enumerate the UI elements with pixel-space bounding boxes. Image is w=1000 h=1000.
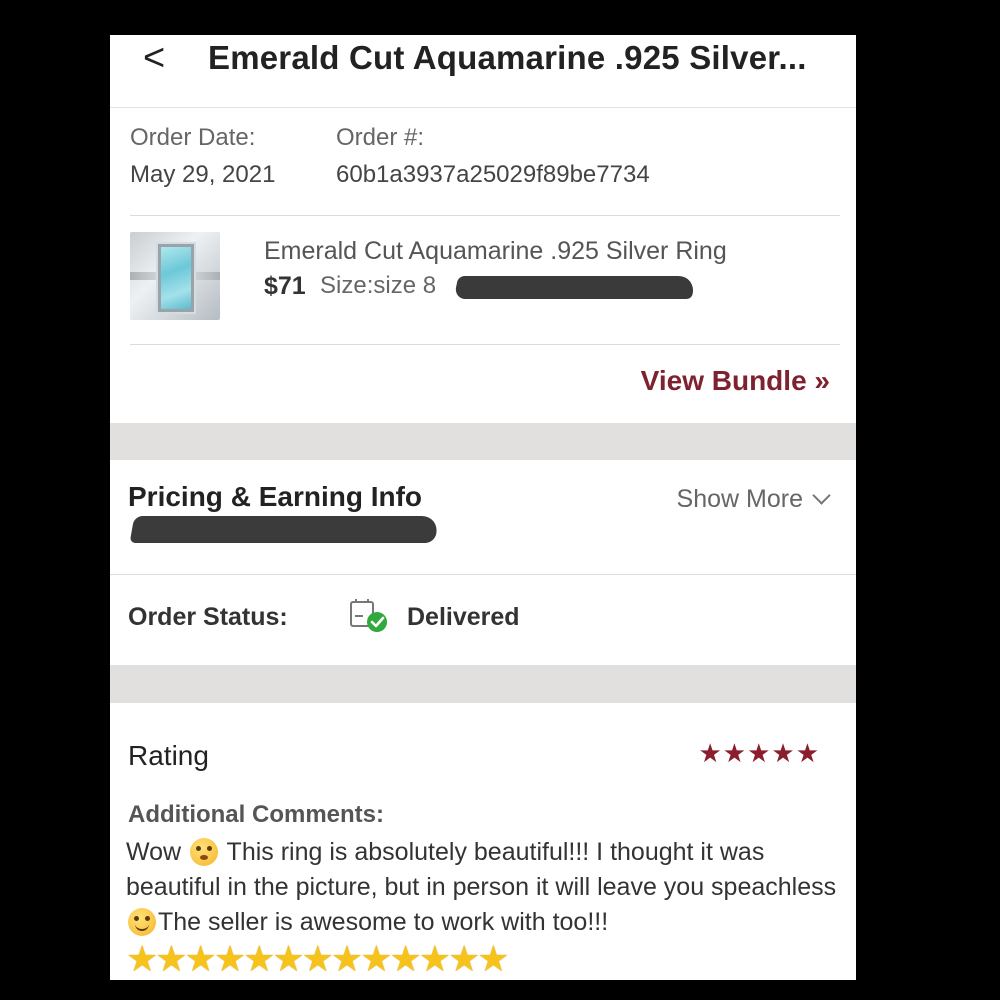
section-separator — [110, 423, 856, 460]
redaction-mark — [129, 516, 440, 543]
order-date-label: Order Date: — [130, 124, 256, 151]
view-bundle-link[interactable]: View Bundle » — [641, 365, 830, 397]
show-more-label: Show More — [676, 485, 803, 513]
divider — [110, 574, 856, 575]
product-name[interactable]: Emerald Cut Aquamarine .925 Silver Ring — [264, 237, 727, 266]
order-number-value: 60b1a3937a25029f89be7734 — [336, 161, 650, 188]
order-status-value: Delivered — [407, 603, 520, 631]
divider — [130, 344, 840, 345]
rating-stars: ★★★★★ — [698, 738, 820, 768]
gold-stars-emoji: ★★★★★★★★★★★★★ — [126, 938, 510, 979]
divider — [130, 215, 840, 216]
order-date-value: May 29, 2021 — [130, 161, 276, 188]
additional-comments-label: Additional Comments: — [128, 801, 384, 828]
show-more-button[interactable]: Show More — [676, 485, 831, 514]
comment-part: The seller is awesome to work with too!!… — [158, 908, 609, 936]
product-price: $71 — [264, 272, 306, 300]
rating-label: Rating — [128, 740, 209, 771]
flushed-face-icon — [190, 838, 219, 866]
chevron-down-icon — [812, 486, 831, 505]
aquamarine-gem — [156, 242, 196, 314]
top-bar: < Emerald Cut Aquamarine .925 Silver... — [110, 35, 856, 108]
phone-screen: < Emerald Cut Aquamarine .925 Silver... … — [110, 35, 856, 980]
redaction-mark — [453, 276, 697, 299]
page-title: Emerald Cut Aquamarine .925 Silver... — [208, 39, 807, 76]
product-size: Size:size 8 — [320, 272, 437, 299]
back-button[interactable]: < — [143, 37, 165, 80]
section-separator — [110, 665, 856, 703]
smiling-face-icon — [128, 908, 156, 936]
pricing-title: Pricing & Earning Info — [128, 481, 423, 512]
comment-text: Wow This ring is absolutely beautiful!!!… — [126, 835, 841, 940]
order-number-label: Order #: — [336, 124, 425, 151]
order-status-label: Order Status: — [128, 603, 288, 631]
comment-part: Wow — [126, 838, 189, 866]
delivered-package-icon — [350, 599, 387, 632]
product-thumbnail[interactable] — [130, 232, 220, 320]
comment-part: This ring is absolutely beautiful!!! I t… — [126, 838, 837, 901]
